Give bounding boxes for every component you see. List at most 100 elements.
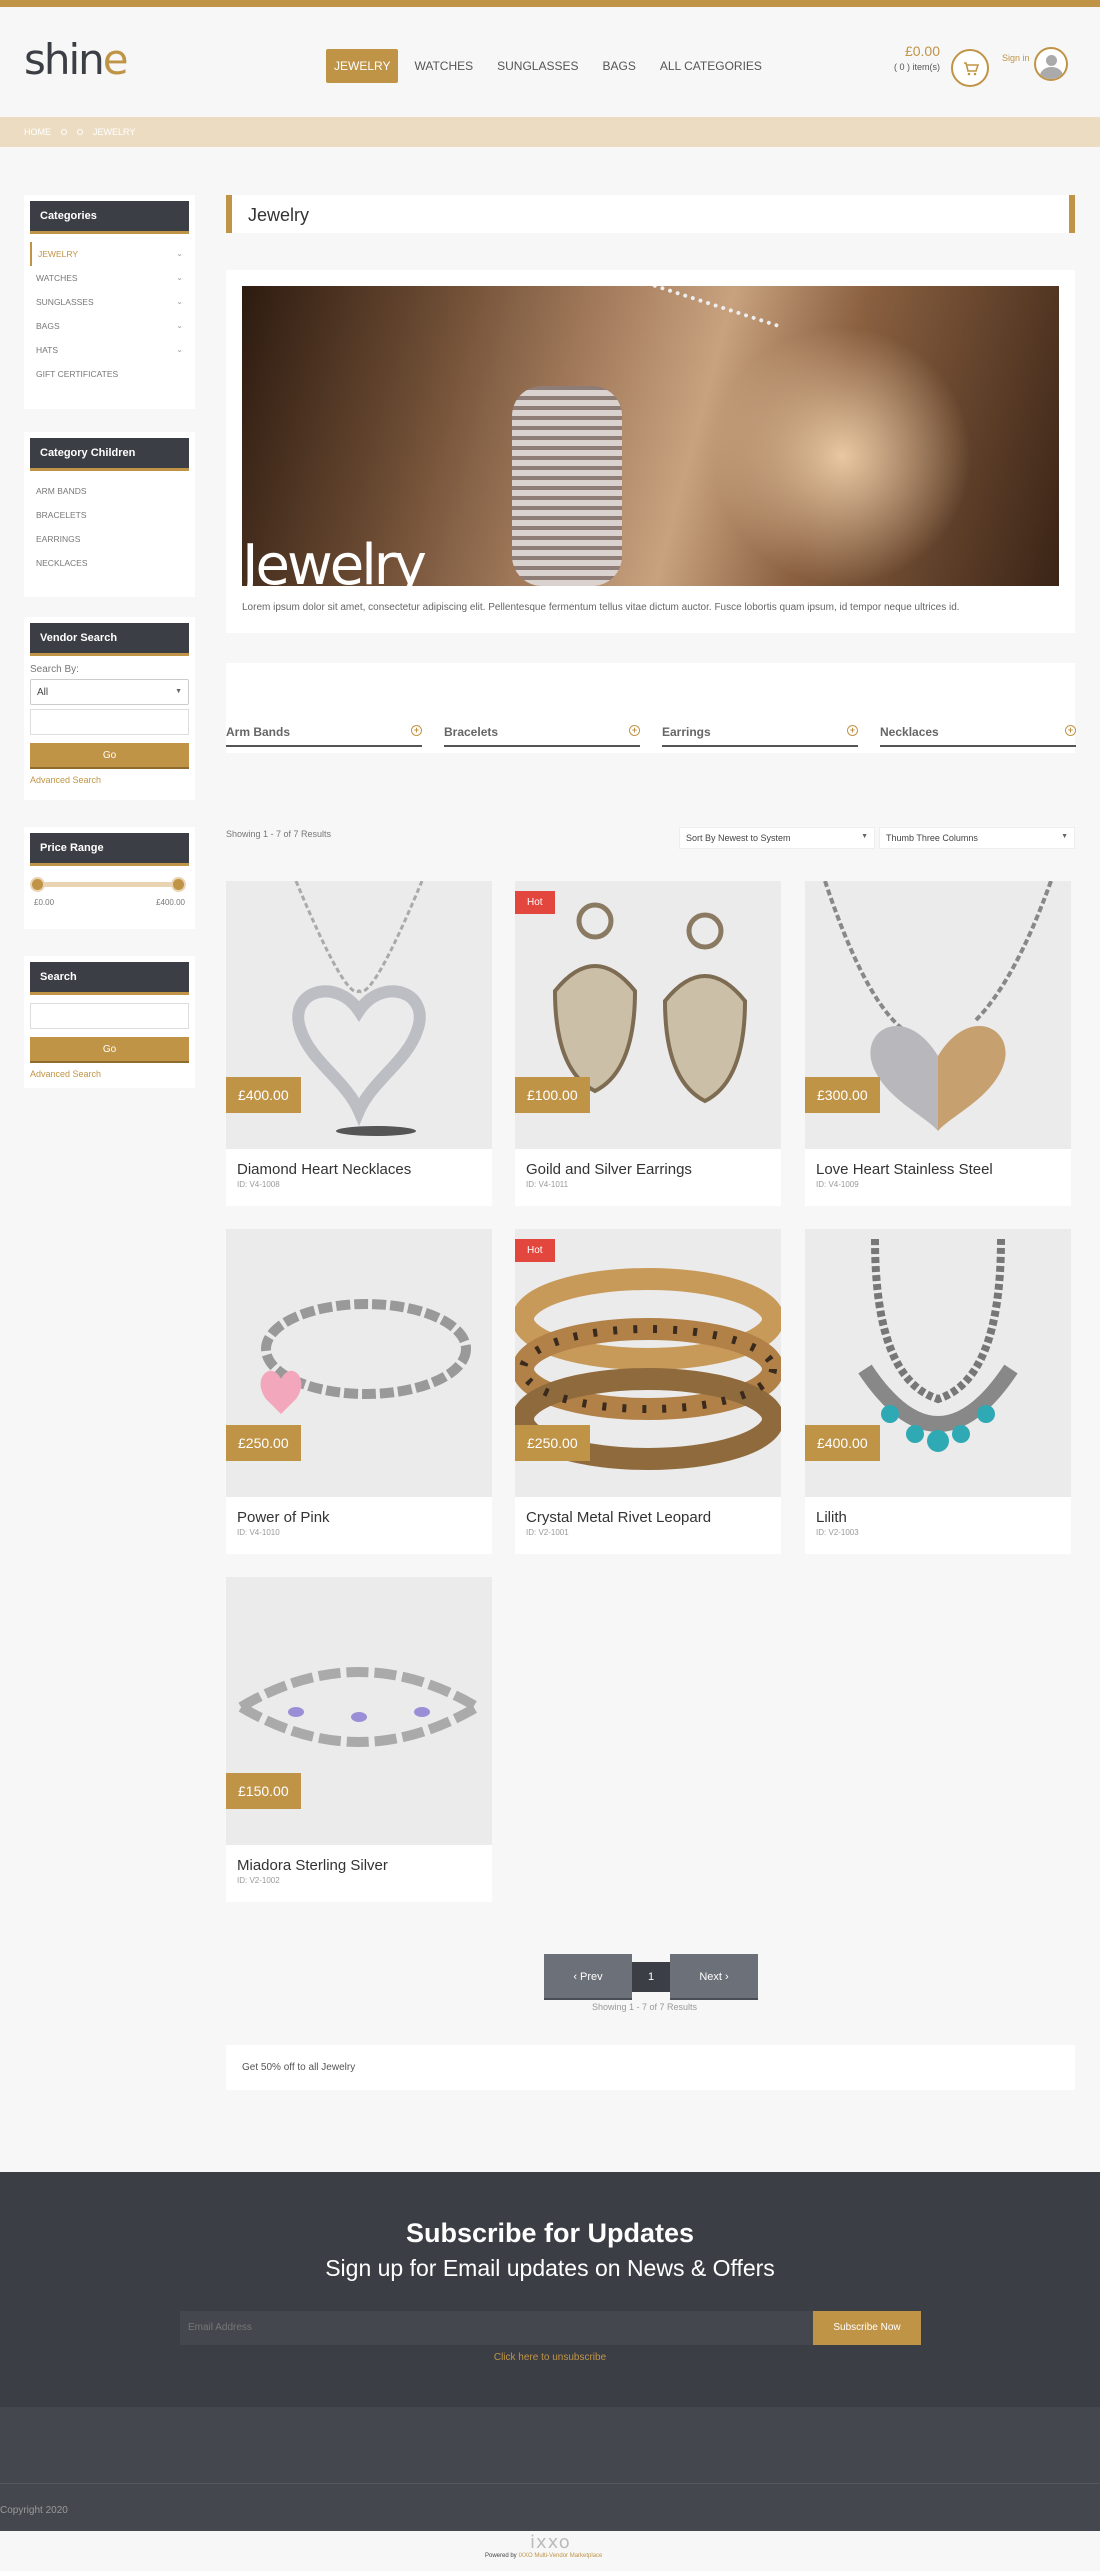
plus-circle-icon: + [1065, 725, 1076, 736]
search-panel: Search Go Advanced Search [24, 956, 195, 1088]
cart-count: ( 0 ) item(s) [894, 62, 940, 72]
product-card[interactable]: £400.00 Lilith ID: V2-1003 [805, 1229, 1071, 1554]
ixxo-logo[interactable]: ixxo [530, 2532, 571, 2553]
chevron-down-icon[interactable]: ⌄ [176, 273, 183, 283]
nav-item-bags[interactable]: BAGS [595, 49, 644, 83]
subscribe-button[interactable]: Subscribe Now [813, 2311, 921, 2345]
nav-item-all-categories[interactable]: ALL CATEGORIES [652, 49, 770, 83]
product-card[interactable]: £250.00 Power of Pink ID: V4-1010 [226, 1229, 492, 1554]
product-price: £400.00 [226, 1077, 301, 1113]
banner-description: Lorem ipsum dolor sit amet, consectetur … [242, 602, 960, 613]
breadcrumb-home[interactable]: HOME [24, 127, 51, 137]
product-image[interactable]: £400.00 [805, 1229, 1071, 1497]
sidebar-item-sunglasses[interactable]: SUNGLASSES ⌄ [30, 290, 189, 314]
product-card[interactable]: £150.00 Miadora Sterling Silver ID: V2-1… [226, 1577, 492, 1902]
product-name[interactable]: Diamond Heart Necklaces [237, 1161, 481, 1178]
sidebar-item-label: BAGS [36, 321, 60, 331]
price-min-handle[interactable] [30, 877, 45, 892]
sidebar-item-jewelry[interactable]: JEWELRY ⌄ [30, 242, 189, 266]
sidebar-child-bracelets[interactable]: BRACELETS [30, 503, 189, 527]
sidebar-item-label: WATCHES [36, 273, 78, 283]
results-count: Showing 1 - 7 of 7 Results [226, 829, 332, 839]
nav-item-jewelry[interactable]: JEWELRY [326, 49, 399, 83]
product-name[interactable]: Lilith [816, 1509, 1060, 1526]
prev-page-button[interactable]: ‹ Prev [544, 1954, 632, 2000]
page-number-current[interactable]: 1 [632, 1962, 670, 1992]
unsubscribe-link[interactable]: Click here to unsubscribe [0, 2352, 1100, 2363]
email-field[interactable]: Email Address [180, 2311, 813, 2345]
product-card[interactable]: £300.00 Love Heart Stainless Steel ID: V… [805, 881, 1071, 1206]
search-by-value: All [37, 687, 49, 698]
product-image[interactable]: Hot £250.00 [515, 1229, 781, 1497]
product-image[interactable]: £300.00 [805, 881, 1071, 1149]
vendor-search-panel: Vendor Search Search By: All ▼ Go Advance… [24, 617, 195, 800]
site-logo[interactable]: shine [24, 35, 129, 84]
sidebar-child-necklaces[interactable]: NECKLACES [30, 551, 189, 575]
plus-circle-icon: + [411, 725, 422, 736]
search-input[interactable] [30, 1003, 189, 1029]
search-by-select[interactable]: All ▼ [30, 679, 189, 705]
subcategory-bracelets[interactable]: Bracelets + [444, 725, 640, 747]
chevron-down-icon[interactable]: ⌄ [176, 249, 183, 259]
subcategory-arm-bands[interactable]: Arm Bands + [226, 725, 422, 747]
chevron-down-icon[interactable]: ⌄ [176, 297, 183, 307]
product-card[interactable]: £400.00 Diamond Heart Necklaces ID: V4-1… [226, 881, 492, 1206]
price-range-slider[interactable]: £0.00 £400.00 [30, 874, 189, 914]
product-image[interactable]: Hot £100.00 [515, 881, 781, 1149]
sort-select[interactable]: Sort By Newest to System ▼ [679, 827, 875, 849]
breadcrumb: HOME JEWELRY [0, 117, 1100, 147]
cart-summary[interactable]: £0.00 ( 0 ) item(s) [856, 43, 940, 72]
product-price: £150.00 [226, 1773, 301, 1809]
user-avatar-icon[interactable] [1034, 47, 1068, 81]
product-image[interactable]: £400.00 [226, 881, 492, 1149]
subscribe-title: Subscribe for Updates [405, 2218, 695, 2248]
vendor-go-button[interactable]: Go [30, 743, 189, 769]
next-page-button[interactable]: Next › [670, 1954, 758, 2000]
price-max-handle[interactable] [171, 877, 186, 892]
sidebar-item-gift-certificates[interactable]: GIFT CERTIFICATES [30, 362, 189, 386]
product-name[interactable]: Miadora Sterling Silver [237, 1857, 481, 1874]
header: shine JEWELRY WATCHES SUNGLASSES BAGS AL… [0, 7, 1100, 117]
subcategory-label: Necklaces [880, 725, 939, 739]
sidebar-item-bags[interactable]: BAGS ⌄ [30, 314, 189, 338]
sidebar-item-watches[interactable]: WATCHES ⌄ [30, 266, 189, 290]
subscribe-subtitle: Sign up for Email updates on News & Offe… [325, 2255, 775, 2281]
search-advanced-link[interactable]: Advanced Search [30, 1069, 189, 1079]
sidebar-item-hats[interactable]: HATS ⌄ [30, 338, 189, 362]
sidebar-child-earrings[interactable]: EARRINGS [30, 527, 189, 551]
price-range-panel: Price Range £0.00 £400.00 [24, 827, 195, 929]
category-children-title: Category Children [30, 438, 189, 471]
product-name[interactable]: Crystal Metal Rivet Leopard [526, 1509, 770, 1526]
product-card[interactable]: Hot £100.00 Goild and Silver Earrings ID… [515, 881, 781, 1206]
product-image[interactable]: £250.00 [226, 1229, 492, 1497]
cart-button[interactable] [951, 49, 989, 87]
product-image[interactable]: £150.00 [226, 1577, 492, 1845]
promo-banner: Get 50% off to all Jewelry [226, 2045, 1075, 2090]
search-by-label: Search By: [30, 664, 79, 675]
subcategory-necklaces[interactable]: Necklaces + [880, 725, 1076, 747]
search-go-button[interactable]: Go [30, 1037, 189, 1063]
chevron-down-icon[interactable]: ⌄ [176, 321, 183, 331]
vendor-search-input[interactable] [30, 709, 189, 735]
plus-circle-icon: + [629, 725, 640, 736]
subcategory-earrings[interactable]: Earrings + [662, 725, 858, 747]
nav-item-sunglasses[interactable]: SUNGLASSES [489, 49, 586, 83]
product-card[interactable]: Hot £250.00 Crystal Metal Rivet Leopard … [515, 1229, 781, 1554]
sidebar-child-arm-bands[interactable]: ARM BANDS [30, 479, 189, 503]
sign-in-link[interactable]: Sign in [1002, 53, 1030, 63]
product-price: £250.00 [226, 1425, 301, 1461]
dropdown-arrow-icon: ▼ [175, 688, 182, 695]
product-name[interactable]: Love Heart Stainless Steel [816, 1161, 1060, 1178]
vendor-advanced-search-link[interactable]: Advanced Search [30, 775, 189, 785]
powered-by-brand[interactable]: IXXO Multi-Vendor Marketplace [518, 2553, 602, 2559]
layout-select[interactable]: Thumb Three Columns ▼ [879, 827, 1075, 849]
product-id: ID: V2-1002 [237, 1876, 280, 1885]
chevron-down-icon[interactable]: ⌄ [176, 345, 183, 355]
product-price: £400.00 [805, 1425, 880, 1461]
product-name[interactable]: Power of Pink [237, 1509, 481, 1526]
price-range-title: Price Range [30, 833, 189, 866]
top-accent-bar [0, 0, 1100, 7]
nav-item-watches[interactable]: WATCHES [406, 49, 481, 83]
price-min-value: £0.00 [34, 898, 55, 907]
product-name[interactable]: Goild and Silver Earrings [526, 1161, 770, 1178]
